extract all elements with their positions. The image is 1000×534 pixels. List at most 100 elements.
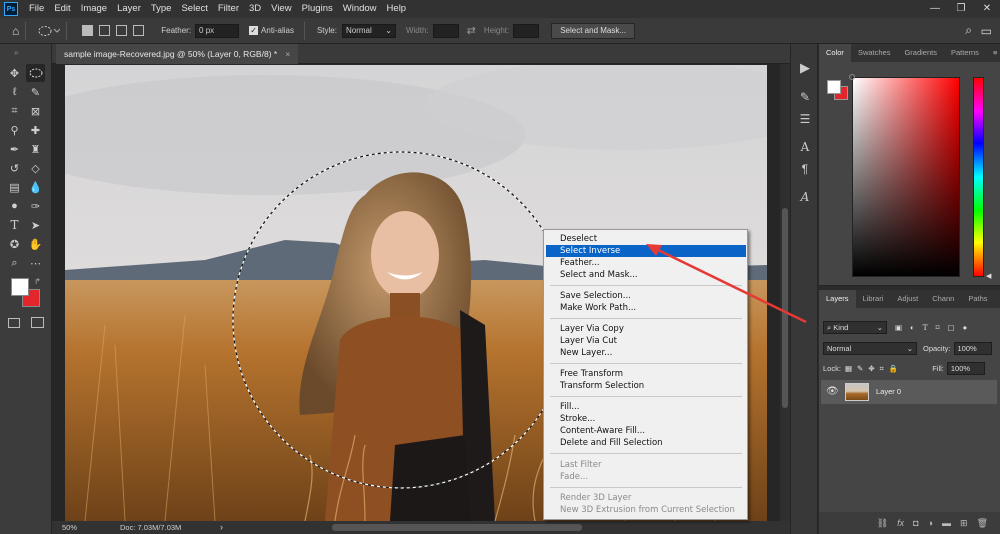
tab-paths[interactable]: Paths — [961, 290, 994, 308]
tab-color[interactable]: Color — [819, 44, 851, 62]
feather-input[interactable]: 0 px — [195, 23, 240, 38]
menu-filter[interactable]: Filter — [213, 0, 244, 18]
menu-item-delete-and-fill[interactable]: Delete and Fill Selection — [546, 437, 746, 449]
color-field[interactable] — [852, 77, 960, 277]
lock-position-icon[interactable]: ✥ — [868, 364, 874, 373]
menu-item-fill[interactable]: Fill... — [546, 401, 746, 413]
document-tab[interactable]: sample image-Recovered.jpg @ 50% (Layer … — [56, 44, 299, 64]
minimize-button[interactable]: — — [922, 0, 948, 18]
tab-patterns[interactable]: Patterns — [944, 44, 986, 62]
play-action-icon[interactable]: ▶ — [791, 60, 819, 76]
filter-pixel-icon[interactable]: ▣ — [895, 323, 902, 332]
menu-3d[interactable]: 3D — [244, 0, 266, 18]
menu-item-layer-via-cut[interactable]: Layer Via Cut — [546, 335, 746, 347]
foreground-color-swatch[interactable] — [11, 278, 29, 296]
dodge-tool-icon[interactable]: ● — [5, 197, 24, 215]
home-icon[interactable]: ⌂ — [12, 24, 19, 38]
brush-settings-icon[interactable]: ✎ — [791, 90, 819, 104]
menu-window[interactable]: Window — [338, 0, 382, 18]
add-to-selection-icon[interactable] — [99, 25, 111, 36]
new-layer-icon[interactable]: ⊞ — [960, 518, 968, 529]
close-tab-icon[interactable]: × — [285, 49, 290, 59]
layer-row[interactable]: 👁 Layer 0 — [821, 380, 997, 404]
brush-tool-icon[interactable]: ✒ — [5, 140, 24, 158]
menu-image[interactable]: Image — [76, 0, 112, 18]
gradient-tool-icon[interactable]: ▤ — [5, 178, 24, 196]
fill-input[interactable]: 100% — [946, 362, 985, 375]
move-tool-icon[interactable]: ✥ — [5, 64, 24, 82]
filter-toggle-icon[interactable]: ● — [963, 323, 968, 332]
subtract-from-selection-icon[interactable] — [116, 25, 128, 36]
antialias-checkbox[interactable]: ✓ — [249, 26, 259, 35]
new-selection-icon[interactable] — [82, 25, 94, 36]
eraser-tool-icon[interactable]: ◇ — [26, 159, 45, 177]
workspace-icon[interactable]: ▭ — [981, 24, 992, 38]
new-group-icon[interactable]: ▬ — [942, 518, 951, 528]
shape-tool-icon[interactable]: ✪ — [5, 235, 24, 253]
delete-layer-icon[interactable]: 🗑 — [977, 518, 988, 529]
layer-style-icon[interactable]: fx — [897, 518, 904, 528]
opacity-input[interactable]: 100% — [953, 342, 992, 355]
path-selection-tool-icon[interactable]: ➤ — [26, 216, 45, 234]
type-tool-icon[interactable]: T — [5, 216, 24, 234]
menu-select[interactable]: Select — [176, 0, 212, 18]
height-input[interactable] — [513, 23, 540, 38]
restore-button[interactable]: ❐ — [948, 0, 974, 18]
filter-type-icon[interactable]: T — [923, 323, 928, 332]
horizontal-scrollbar[interactable] — [332, 524, 582, 531]
crop-tool-icon[interactable]: ⌗ — [5, 102, 24, 120]
menu-file[interactable]: File — [24, 0, 49, 18]
layer-name[interactable]: Layer 0 — [876, 387, 901, 396]
frame-tool-icon[interactable]: ⊠ — [26, 102, 45, 120]
menu-item-content-aware-fill[interactable]: Content-Aware Fill... — [546, 425, 746, 437]
panel-menu-icon[interactable]: ≡ — [995, 290, 1000, 308]
width-input[interactable] — [432, 23, 459, 38]
search-icon[interactable]: ⌕ — [965, 23, 972, 38]
healing-brush-tool-icon[interactable]: ✚ — [26, 121, 45, 139]
tab-swatches[interactable]: Swatches — [851, 44, 898, 62]
panel-menu-icon[interactable]: ≡ — [986, 44, 1000, 62]
paragraph-icon[interactable]: ¶ — [791, 162, 819, 176]
history-brush-tool-icon[interactable]: ↺ — [5, 159, 24, 177]
quick-selection-tool-icon[interactable]: ✎ — [26, 83, 45, 101]
clone-stamp-tool-icon[interactable]: ♜ — [26, 140, 45, 158]
screen-mode-icon[interactable] — [31, 317, 44, 328]
hue-slider[interactable] — [973, 77, 984, 277]
menu-item-transform-selection[interactable]: Transform Selection — [546, 380, 746, 392]
style-select[interactable]: Normal ⌄ — [341, 23, 396, 38]
menu-item-free-transform[interactable]: Free Transform — [546, 368, 746, 380]
color-picker-marker[interactable] — [849, 74, 855, 80]
character-icon[interactable]: A — [791, 140, 819, 154]
blend-mode-select[interactable]: Normal ⌄ — [823, 342, 917, 355]
menu-plugins[interactable]: Plugins — [297, 0, 338, 18]
swap-dimensions-icon[interactable]: ⇄ — [467, 24, 476, 37]
fg-color-mini[interactable] — [827, 80, 841, 94]
tab-adjustments[interactable]: Adjust — [890, 290, 925, 308]
menu-view[interactable]: View — [266, 0, 296, 18]
hue-slider-handle-icon[interactable]: ◀ — [986, 272, 991, 280]
close-window-button[interactable]: ✕ — [974, 0, 1000, 18]
menu-edit[interactable]: Edit — [49, 0, 75, 18]
tab-libraries[interactable]: Librari — [856, 290, 891, 308]
zoom-level[interactable]: 50% — [62, 523, 77, 532]
tab-channels[interactable]: Chann — [925, 290, 961, 308]
quick-mask-icon[interactable] — [8, 318, 20, 328]
blur-tool-icon[interactable]: 💧 — [26, 178, 45, 196]
menu-item-stroke[interactable]: Stroke... — [546, 413, 746, 425]
filter-shape-icon[interactable]: ⌑ — [936, 323, 940, 332]
new-adjustment-layer-icon[interactable]: ◑ — [928, 518, 933, 528]
intersect-selection-icon[interactable] — [133, 25, 145, 36]
zoom-tool-icon[interactable]: ⌕ — [5, 254, 24, 272]
filter-smart-icon[interactable]: ▢ — [948, 323, 955, 332]
swap-colors-icon[interactable]: ↱ — [34, 277, 41, 286]
menu-help[interactable]: Help — [382, 0, 412, 18]
glyphs-icon[interactable]: A — [791, 190, 819, 204]
filter-adjustment-icon[interactable]: ◐ — [910, 323, 915, 332]
menu-item-new-layer[interactable]: New Layer... — [546, 347, 746, 359]
lasso-tool-icon[interactable]: ℓ — [5, 83, 24, 101]
elliptical-marquee-preset-icon[interactable] — [38, 25, 61, 37]
lock-artboard-icon[interactable]: ⌗ — [880, 364, 884, 374]
link-layers-icon[interactable]: ⛓ — [877, 518, 888, 529]
pen-tool-icon[interactable]: ✑ — [26, 197, 45, 215]
status-menu-arrow-icon[interactable]: › — [220, 522, 223, 532]
